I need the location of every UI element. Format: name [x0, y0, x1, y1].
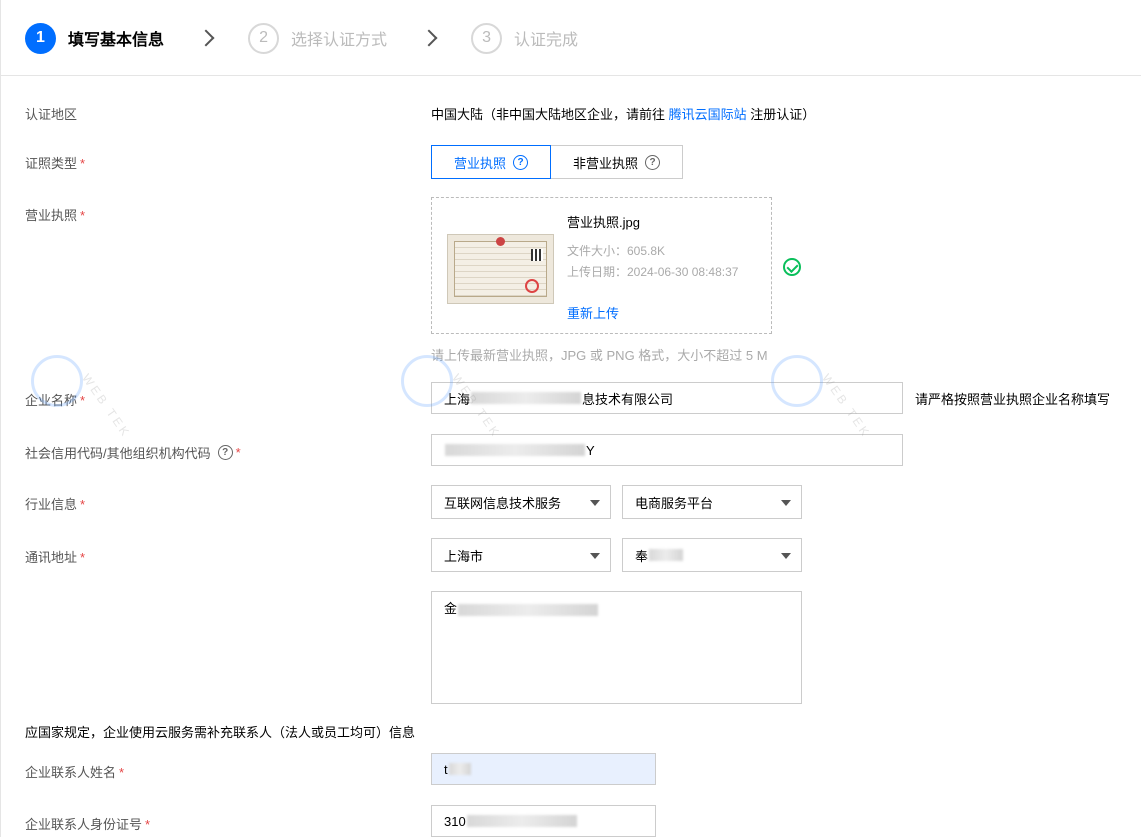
upload-date: 上传日期：2024-06-30 08:48:37 — [567, 265, 739, 279]
qr-code-icon — [531, 249, 543, 261]
chevron-right-icon — [197, 29, 215, 47]
step-2: 2 选择认证方式 — [248, 22, 388, 54]
upload-hint: 请上传最新营业执照，JPG 或 PNG 格式，大小不超过 5 M — [431, 348, 768, 363]
industry-label: 行业信息 * — [25, 497, 86, 512]
stepper: 1 填写基本信息 2 选择认证方式 3 认证完成 — [25, 22, 578, 54]
emblem-icon — [496, 237, 505, 246]
stamp-icon — [525, 279, 539, 293]
step-1: 1 填写基本信息 — [25, 22, 165, 54]
check-circle-icon — [783, 258, 801, 276]
industry-secondary-select[interactable]: 电商服务平台 — [622, 485, 802, 519]
watermark-logo: WEB TEK — [31, 355, 134, 441]
stepper-divider — [1, 75, 1141, 76]
help-icon[interactable]: ? — [645, 154, 661, 170]
address-label: 通讯地址 * — [25, 550, 86, 565]
international-site-link[interactable]: 腾讯云国际站 — [669, 107, 747, 122]
step-1-number: 1 — [25, 22, 56, 54]
contact-notice: 应国家规定，企业使用云服务需补充联系人（法人或员工均可）信息 — [25, 725, 416, 740]
contact-name-input[interactable]: t — [431, 753, 656, 785]
caret-down-icon — [590, 553, 600, 559]
license-type-label: 证照类型 * — [25, 156, 86, 171]
step-3: 3 认证完成 — [471, 22, 579, 54]
non-business-license-option[interactable]: 非营业执照? — [551, 145, 684, 179]
caret-down-icon — [781, 500, 791, 506]
watermark-logo: WEB TEK — [771, 355, 874, 441]
industry-primary-select[interactable]: 互联网信息技术服务 — [431, 485, 611, 519]
license-upload-area[interactable]: 营业执照.jpg 文件大小：605.8K 上传日期：2024-06-30 08:… — [431, 197, 772, 334]
license-type-selector: 营业执照? 非营业执照? — [431, 145, 684, 179]
license-thumbnail — [447, 234, 554, 304]
credit-code-input[interactable]: Y — [431, 434, 903, 466]
region-value: 中国大陆（非中国大陆地区企业，请前往 腾讯云国际站 注册认证） — [431, 107, 816, 122]
credit-code-label: 社会信用代码/其他组织机构代码? * — [25, 445, 241, 461]
step-2-label: 选择认证方式 — [291, 32, 388, 49]
reupload-link[interactable]: 重新上传 — [567, 303, 619, 322]
step-3-label: 认证完成 — [514, 32, 579, 49]
watermark-logo: WEB TEK — [401, 355, 504, 441]
company-name-note: 请严格按照营业执照企业名称填写 — [915, 392, 1111, 407]
step-2-number: 2 — [248, 22, 280, 54]
help-icon[interactable]: ? — [217, 445, 233, 460]
caret-down-icon — [781, 553, 791, 559]
file-size: 文件大小：605.8K — [567, 244, 666, 258]
chevron-right-icon — [420, 29, 438, 47]
contact-id-input[interactable]: 310 — [431, 805, 656, 837]
file-name: 营业执照.jpg — [567, 215, 640, 230]
help-icon[interactable]: ? — [513, 154, 529, 170]
contact-id-label: 企业联系人身份证号 * — [25, 817, 151, 832]
step-1-label: 填写基本信息 — [68, 32, 165, 49]
address-detail-textarea[interactable]: 金 — [431, 591, 802, 704]
contact-name-label: 企业联系人姓名 * — [25, 765, 125, 780]
district-select[interactable]: 奉 — [622, 538, 802, 572]
step-3-number: 3 — [471, 22, 503, 54]
license-label: 营业执照 * — [25, 208, 86, 223]
caret-down-icon — [590, 500, 600, 506]
auth-form-page: 1 填写基本信息 2 选择认证方式 3 认证完成 认证地区 中国大陆（非中国大陆… — [0, 0, 1141, 837]
business-license-option[interactable]: 营业执照? — [431, 145, 552, 179]
city-select[interactable]: 上海市 — [431, 538, 611, 572]
region-label: 认证地区 — [25, 107, 78, 122]
